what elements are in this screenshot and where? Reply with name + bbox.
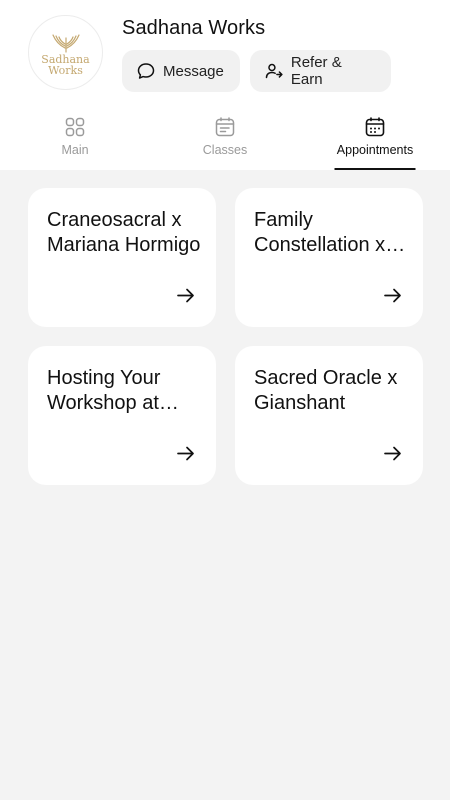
appointment-card[interactable]: Sacred Oracle x Gianshant [235,346,423,485]
tab-main[interactable]: Main [0,112,150,170]
tab-classes-label: Classes [202,143,248,157]
calendar-list-icon [215,117,235,137]
header-actions: Message Refer & Earn [122,50,391,92]
arrow-right-icon [177,446,194,461]
refer-earn-button[interactable]: Refer & Earn [250,50,391,92]
appointment-card-title: Family Constellation x Sandra [254,209,386,256]
tab-appointments-label: Appointments [336,143,414,157]
logo-text-line2: Works [48,63,83,77]
appointment-card[interactable]: Family Constellation x Sandra [235,188,423,327]
wings-logo-icon [51,33,80,53]
header: Sadhana Works Sadhana Works Message Refe… [0,0,450,170]
page-title: Sadhana Works [122,17,266,39]
appointment-card-title: Craneosacral x Mariana Hormigo [47,209,201,256]
arrow-right-icon [177,288,194,303]
arrow-right-icon [384,446,401,461]
appointment-card[interactable]: Hosting Your Workshop at Sadhana [28,346,216,485]
appointment-card-title: Hosting Your Workshop at Sadhana [47,367,161,414]
arrow-right-icon [384,288,401,303]
logo-text-line1: Sadhana [41,52,90,66]
tab-bar: Main Classes Appointments [0,112,450,170]
appointment-card-title: Sacred Oracle x Gianshant [254,367,398,414]
message-button-label: Message [163,62,224,80]
appointment-card[interactable]: Craneosacral x Mariana Hormigo [28,188,216,327]
chat-bubble-icon [137,63,155,79]
refer-button-label: Refer & Earn [290,54,342,88]
brand-logo: Sadhana Works [28,15,103,90]
message-button[interactable]: Message [122,50,240,92]
grid-icon [65,117,85,137]
user-plus-icon [265,63,283,79]
appointment-grid: Craneosacral x Mariana Hormigo Family Co… [28,188,423,485]
tab-classes[interactable]: Classes [150,112,300,170]
tab-appointments[interactable]: Appointments [300,112,450,170]
tab-main-label: Main [61,143,89,157]
calendar-icon [365,117,385,137]
